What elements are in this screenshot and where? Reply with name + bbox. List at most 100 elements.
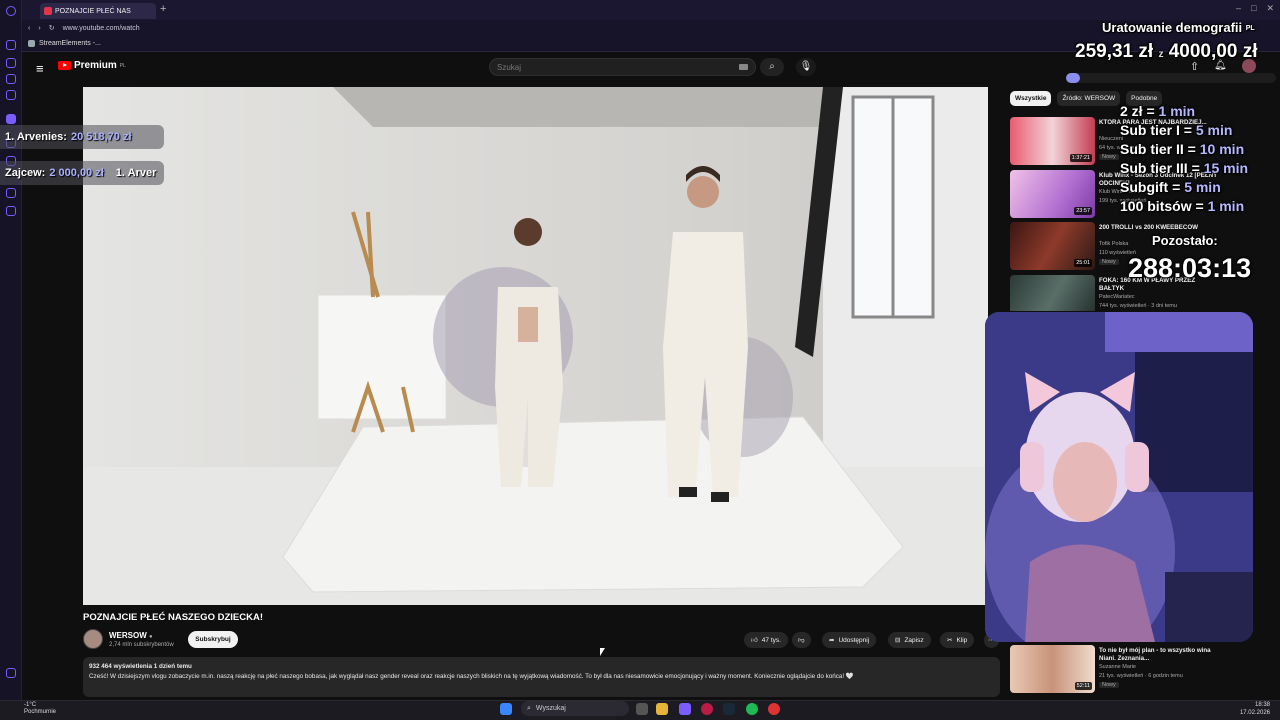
history-icon[interactable]	[6, 40, 16, 50]
discord-app-icon[interactable]	[679, 703, 691, 715]
weather-widget[interactable]: -1°C Pochmurnie	[10, 700, 56, 716]
chip-source[interactable]: Źródło: WERSOW	[1057, 91, 1121, 106]
rule-row: 2 zł = 1 min	[1120, 103, 1196, 119]
windows-start-icon[interactable]	[500, 703, 512, 715]
view-stats: 932 464 wyświetlenia 1 dzień temu	[89, 663, 192, 670]
browser-tab[interactable]: POZNAJCIE PŁEĆ NAS	[40, 3, 156, 19]
recommendation-title: To nie był mój plan - to wszystko wina N…	[1099, 647, 1211, 662]
rule-row: Sub tier I = 5 min	[1120, 122, 1233, 138]
save-button[interactable]: ⊟ Zapisz	[888, 632, 931, 648]
back-icon[interactable]: ‹	[28, 25, 30, 32]
minimize-icon[interactable]: –	[1236, 3, 1241, 14]
youtube-premium-logo[interactable]: Premium PL	[58, 60, 126, 71]
video-thumbnail[interactable]	[1010, 275, 1095, 311]
bookmark-save-icon: ⊟	[895, 637, 901, 644]
subscriber-count: 2,74 mln subskrybentów	[109, 642, 174, 648]
subathon-timer: 288:03:13	[1128, 253, 1252, 283]
channel-avatar[interactable]	[83, 629, 103, 649]
thumbs-up-icon: 👍︎	[751, 637, 758, 644]
video-player[interactable]	[83, 87, 988, 605]
video-thumbnail[interactable]: 25:01	[1010, 222, 1095, 270]
system-clock[interactable]: 18:38 17.02.2026	[1240, 701, 1270, 717]
dislike-button[interactable]: 👎︎	[792, 632, 811, 648]
webcam-feed	[985, 312, 1253, 642]
steam-icon[interactable]	[723, 703, 735, 715]
forward-icon[interactable]: ›	[38, 25, 40, 32]
settings-icon[interactable]	[6, 206, 16, 216]
new-tab-button[interactable]: +	[160, 3, 166, 15]
like-button[interactable]: 👍︎ 47 tys.	[744, 632, 788, 648]
video-title: POZNAJCIE PŁEĆ NASZEGO DZIECKA!	[83, 612, 263, 623]
top-donor-widget: 1. Arvenies: 20 518,70 zł	[0, 125, 164, 149]
video-thumbnail[interactable]: 23:57	[1010, 170, 1095, 218]
donor-ticker: Zajcew: 2 000,00 zł 1. Arver	[0, 161, 164, 185]
opera-icon[interactable]	[701, 703, 713, 715]
streamer-webcam	[985, 312, 1253, 642]
verified-icon: ●	[149, 634, 153, 640]
video-frame	[83, 87, 988, 605]
video-thumbnail[interactable]: 1:37:21	[1010, 117, 1095, 165]
goal-progress-bar	[1066, 73, 1276, 83]
keyboard-icon[interactable]	[739, 64, 748, 70]
more-icon[interactable]	[6, 668, 16, 678]
search-icon: ⌕	[769, 61, 775, 72]
video-thumbnail[interactable]: 52:11	[1010, 645, 1095, 693]
url-field[interactable]: www.youtube.com/watch	[63, 25, 140, 32]
search-input[interactable]: Szukaj	[489, 58, 756, 76]
goal-progress-fill	[1066, 73, 1080, 83]
goal-separator: z	[1158, 49, 1164, 60]
browser-sidebar	[0, 0, 22, 700]
file-explorer-icon[interactable]	[656, 703, 668, 715]
clip-button[interactable]: ✂ Klip	[940, 632, 975, 648]
channel-name[interactable]: WERSOW ●	[109, 631, 153, 640]
bag-icon[interactable]	[6, 58, 16, 68]
bookmark-streamelements[interactable]: StreamElements -...	[39, 40, 101, 47]
browser-logo-icon[interactable]	[6, 6, 16, 16]
mouse-cursor	[600, 648, 605, 656]
task-view-icon[interactable]	[636, 703, 648, 715]
maximize-icon[interactable]: □	[1251, 3, 1256, 14]
microphone-icon: 🎙	[799, 61, 813, 72]
spotify-icon[interactable]	[746, 703, 758, 715]
goal-amount: 259,31 zł z 4000,00 zł	[1075, 41, 1257, 63]
recommendation-meta: 21 tys. wyświetleń · 6 godzin temu	[1099, 673, 1183, 679]
instagram-icon[interactable]	[6, 74, 16, 84]
rule-row: Sub tier III = 15 min	[1120, 160, 1249, 176]
search-button[interactable]: ⌕	[760, 58, 784, 76]
twitch-icon[interactable]	[6, 114, 16, 124]
tab-title: POZNAJCIE PŁEĆ NAS	[55, 7, 131, 15]
taskbar-search[interactable]: ⌕ Wyszukaj	[521, 701, 629, 716]
messenger-icon[interactable]	[6, 90, 16, 100]
youtube-play-icon	[58, 61, 71, 70]
new-badge: Nowy	[1099, 154, 1119, 160]
rule-row: Sub tier II = 10 min	[1120, 141, 1245, 157]
rule-row: 100 bitsów = 1 min	[1120, 198, 1245, 214]
subathon-rules: 2 zł = 1 min Sub tier I = 5 min Sub tier…	[1120, 102, 1248, 216]
voice-search-button[interactable]: 🎙	[796, 58, 816, 76]
video-description[interactable]: 932 464 wyświetlenia 1 dzień temu Cześć!…	[83, 657, 1000, 697]
reload-icon[interactable]: ↻	[49, 24, 55, 32]
app-icon[interactable]	[768, 703, 780, 715]
tab-bar: POZNAJCIE PŁEĆ NAS + – □ ✕	[22, 0, 1280, 20]
goal-current: 259,31 zł	[1075, 41, 1154, 62]
share-icon: ➦	[829, 637, 835, 644]
thumbs-down-icon: 👎︎	[798, 637, 805, 644]
discord-icon[interactable]	[6, 188, 16, 198]
rule-row: Subgift = 5 min	[1120, 179, 1221, 195]
subscribe-button[interactable]: Subskrybuj	[188, 631, 238, 648]
goal-title: Uratowanie demografii PL	[1102, 20, 1255, 35]
youtube-favicon-icon	[44, 7, 52, 15]
address-bar: ‹ › ↻ www.youtube.com/watch	[22, 20, 1280, 36]
goal-target: 4000,00 zł	[1168, 41, 1258, 62]
window-controls: – □ ✕	[1236, 3, 1274, 14]
remaining-label: Pozostało:	[1152, 233, 1218, 248]
hamburger-menu-icon[interactable]: ≡	[36, 61, 44, 76]
share-button[interactable]: ➦ Udostępnij	[822, 632, 877, 648]
close-icon[interactable]: ✕	[1266, 3, 1274, 14]
chip-all[interactable]: Wszystkie	[1010, 91, 1052, 106]
recommendation-channel: Suzanne Marie	[1099, 664, 1136, 670]
recommendation-item[interactable]: 52:11 To nie był mój plan - to wszystko …	[1010, 645, 1270, 695]
recommendation-channel: Tofik Polska	[1099, 241, 1129, 247]
new-badge: Nowy	[1099, 682, 1119, 688]
description-text: Cześć! W dzisiejszym vlogu zobaczycie m.…	[89, 673, 854, 680]
